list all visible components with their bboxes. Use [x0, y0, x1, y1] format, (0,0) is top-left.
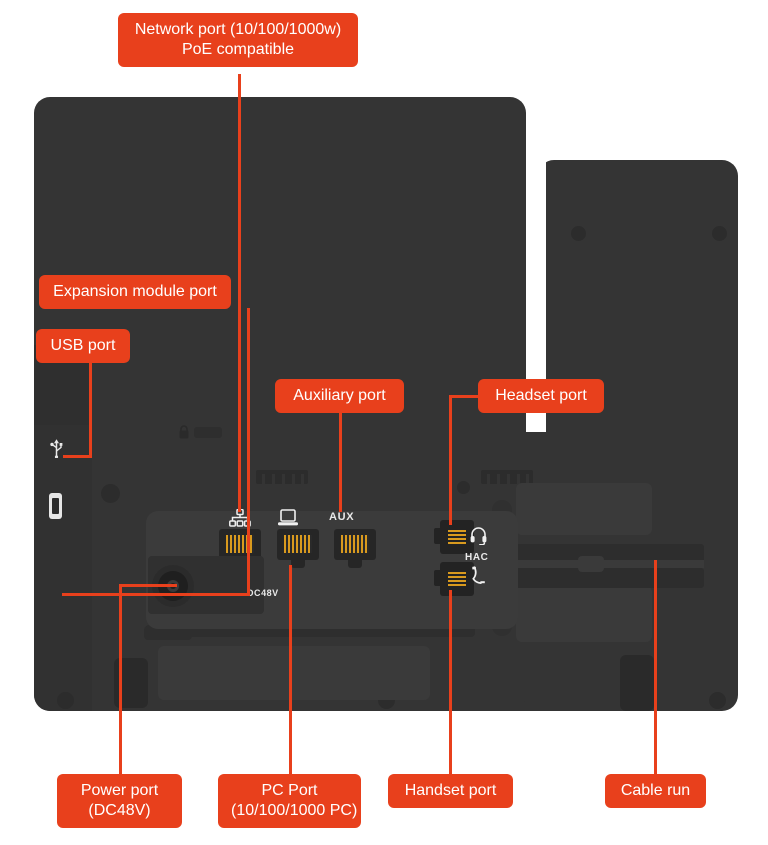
screw-hole [101, 484, 120, 503]
leader-headset-vertical [449, 395, 452, 525]
hac-label: HAC [465, 552, 489, 563]
leader-cable-run [654, 560, 657, 776]
callout-expansion-module-port[interactable]: Expansion module port [39, 275, 231, 309]
dc48v-label: DC48V [247, 588, 279, 598]
headset-icon [470, 527, 487, 545]
callout-handset-port[interactable]: Handset port [388, 774, 513, 808]
stand-foot [620, 655, 654, 711]
screw-hole [457, 481, 470, 494]
screw-hole [57, 692, 74, 709]
vent-comb [481, 470, 533, 484]
callout-cable-run[interactable]: Cable run [605, 774, 706, 808]
leader-power-horizontal [119, 584, 177, 587]
computer-monitor-icon [278, 509, 298, 526]
pc-port-jack [277, 529, 319, 569]
leader-power-vertical [119, 586, 122, 776]
kensington-lock-slot [194, 427, 222, 438]
usb-trident-icon [50, 439, 63, 458]
headset-port-jack [434, 520, 474, 554]
leader-handset-port [449, 590, 452, 776]
screw-hole [571, 226, 586, 241]
callout-pc-port[interactable]: PC Port (10/100/1000 PC) [218, 774, 361, 828]
callout-auxiliary-port[interactable]: Auxiliary port [275, 379, 404, 413]
handset-phone-icon [472, 566, 485, 584]
screw-hole [709, 692, 726, 709]
vent-comb [256, 470, 308, 484]
leader-pc-port [289, 565, 292, 776]
screw-hole [712, 226, 727, 241]
callout-usb-port[interactable]: USB port [36, 329, 130, 363]
diagram-canvas: AUX HAC DC48V Network port (10/100/1000w… [0, 0, 768, 845]
cable-run-channel [508, 568, 704, 588]
auxiliary-port-jack [334, 529, 376, 569]
leader-auxiliary-port [339, 411, 342, 512]
callout-network-port[interactable]: Network port (10/100/1000w) PoE compatib… [118, 13, 358, 67]
expansion-module-slot [49, 493, 62, 519]
shell-recess [158, 646, 430, 700]
cable-run-slot [508, 560, 704, 568]
cable-run-clip [578, 556, 604, 572]
handset-port-jack [434, 562, 474, 596]
callout-power-port[interactable]: Power port (DC48V) [57, 774, 182, 828]
leader-usb-vertical [89, 362, 92, 457]
leader-expansion-horizontal [62, 593, 250, 596]
aux-text-icon: AUX [329, 511, 355, 523]
leader-network-port [238, 74, 241, 512]
kensington-lock-icon [179, 425, 189, 439]
leader-expansion-vertical [247, 308, 250, 596]
leader-usb-horizontal [63, 455, 92, 458]
shell-recess [516, 586, 652, 642]
shell-recess [516, 483, 652, 535]
callout-headset-port[interactable]: Headset port [478, 379, 604, 413]
